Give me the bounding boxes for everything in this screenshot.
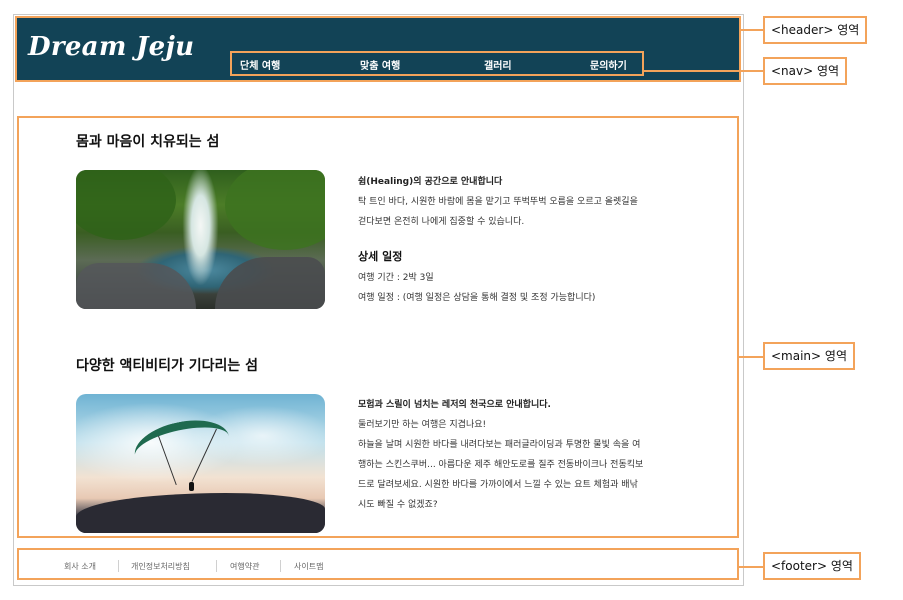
paraglider-photo: [76, 394, 325, 533]
main-connector: [739, 356, 763, 358]
footer-divider: [216, 560, 217, 572]
footer-link-privacy[interactable]: 개인정보처리방침: [131, 561, 190, 572]
schedule-plan: 여행 일정 : (여행 일정은 상담을 통해 결정 및 조정 가능합니다): [358, 293, 596, 303]
section-title-healing: 몸과 마음이 치유되는 섬: [76, 134, 220, 150]
activity-line-3: 하늘을 날며 시원한 바다를 내려다보는 패러글라이딩과 투명한 물빛 속을 여: [358, 440, 641, 450]
nav-connector: [644, 70, 763, 72]
footer-divider: [118, 560, 119, 572]
main-annotation-label: <main> 영역: [763, 342, 855, 370]
schedule-duration: 여행 기간 : 2박 3일: [358, 273, 434, 283]
schedule-details: 여행 기간 : 2박 3일 여행 일정 : (여행 일정은 상담을 통해 결정 …: [358, 268, 595, 308]
footer-annotation-label: <footer> 영역: [763, 552, 861, 580]
nav-item-contact[interactable]: 문의하기: [590, 57, 627, 72]
activity-line-1: 모험과 스릴이 넘치는 레저의 천국으로 안내합니다.: [358, 400, 551, 410]
nav-item-gallery[interactable]: 갤러리: [484, 57, 512, 72]
healing-line-3: 걷다보면 온전히 나에게 집중할 수 있습니다.: [358, 217, 525, 227]
footer-link-sitemap[interactable]: 사이트맵: [294, 561, 323, 572]
site-logo[interactable]: Dream Jeju: [28, 32, 194, 62]
footer-connector: [739, 566, 763, 568]
waterfall-photo: [76, 170, 325, 309]
section-title-activity: 다양한 액티비티가 기다리는 섬: [76, 358, 259, 374]
header-annotation-label: <header> 영역: [763, 16, 868, 44]
healing-line-2: 탁 트인 바다, 시원한 바람에 몸을 맡기고 뚜벅뚜벅 오름을 오르고 올렛길…: [358, 197, 638, 207]
footer-outline: [17, 548, 739, 580]
healing-description: 쉼(Healing)의 공간으로 안내합니다 탁 트인 바다, 시원한 바람에 …: [358, 172, 638, 232]
activity-line-5: 드로 달려보세요. 시원한 바다를 가까이에서 느낄 수 있는 요트 체험과 배…: [358, 480, 638, 490]
schedule-subhead: 상세 일정: [358, 250, 403, 263]
nav-item-custom-tour[interactable]: 맞춤 여행: [360, 57, 400, 72]
activity-line-4: 행하는 스킨스쿠버... 아름다운 제주 해안도로를 질주 전동바이크나 전동킥…: [358, 460, 644, 470]
nav-annotation-label: <nav> 영역: [763, 57, 848, 85]
footer-link-about[interactable]: 회사 소개: [64, 561, 96, 572]
main-nav: [230, 51, 644, 76]
activity-description: 모험과 스릴이 넘치는 레저의 천국으로 안내합니다. 둘러보기만 하는 여행은…: [358, 395, 643, 515]
activity-line-6: 시도 빠질 수 없겠죠?: [358, 500, 438, 510]
footer-divider: [280, 560, 281, 572]
footer-link-terms[interactable]: 여행약관: [230, 561, 259, 572]
activity-line-2: 둘러보기만 하는 여행은 지겹나요!: [358, 420, 487, 430]
header-connector: [741, 29, 763, 31]
nav-item-group-tour[interactable]: 단체 여행: [240, 57, 280, 72]
healing-line-1: 쉼(Healing)의 공간으로 안내합니다: [358, 177, 503, 187]
